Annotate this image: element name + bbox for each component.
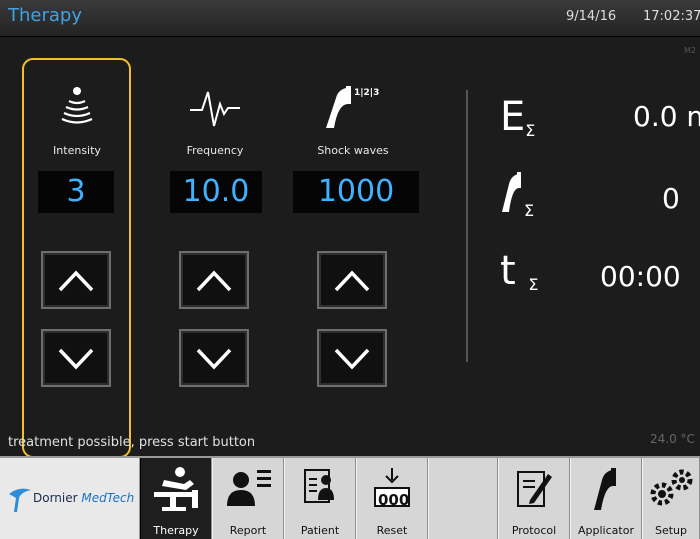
dornier-logo-icon	[9, 488, 31, 512]
chevron-down-icon	[334, 348, 370, 370]
status-message: treatment possible, press start button	[8, 435, 256, 450]
chevron-down-icon	[196, 348, 232, 370]
nav-applicator[interactable]: Applicator	[570, 458, 642, 539]
chevron-up-icon	[334, 270, 370, 292]
frequency-wave-icon	[190, 82, 240, 132]
person-list-icon	[227, 470, 271, 506]
nav-therapy[interactable]: Therapy	[140, 458, 212, 539]
dornier-logo: Dornier MedTech	[0, 458, 140, 539]
chevron-up-icon	[196, 270, 232, 292]
therapy-panel: M2 Intensity 3 Frequency 10.0 1|2|3 Shoc…	[0, 38, 700, 458]
applicator-icon	[502, 172, 521, 212]
treatment-table-icon	[154, 467, 198, 511]
shockwaves-down-button[interactable]	[317, 329, 387, 387]
patient-card-icon	[304, 469, 334, 503]
shockwave-applicator-icon: 1|2|3	[318, 82, 388, 132]
chevron-up-icon	[58, 270, 94, 292]
intensity-up-button[interactable]	[41, 251, 111, 309]
bottom-navigation: Dornier MedTech Therapy Report Patient 0…	[0, 456, 700, 539]
date-display: 9/14/16	[566, 9, 617, 24]
shockwave-icon-digits: 1|2|3	[354, 88, 380, 98]
panel-divider	[466, 90, 468, 362]
energy-sum-value: 0.0 m	[633, 100, 700, 133]
time-sum-value: 00:00	[600, 260, 681, 293]
nav-reset[interactable]: 000 Reset	[356, 458, 428, 539]
gears-icon	[650, 469, 693, 506]
intensity-value: 3	[38, 171, 114, 213]
brand-accent: MedTech	[81, 491, 135, 505]
reset-counter: 000	[378, 491, 410, 509]
nav-empty-slot	[428, 458, 498, 539]
nav-report[interactable]: Report	[212, 458, 284, 539]
nav-protocol[interactable]: Protocol	[498, 458, 570, 539]
intensity-waves-icon	[52, 82, 102, 132]
temperature-readout: 24.0 °C	[650, 432, 695, 446]
shockwaves-up-button[interactable]	[317, 251, 387, 309]
energy-sum-symbol: EΣ	[500, 94, 536, 140]
intensity-down-button[interactable]	[41, 329, 111, 387]
corner-code: M2	[684, 46, 696, 55]
window-title: Therapy	[8, 5, 82, 26]
frequency-up-button[interactable]	[179, 251, 249, 309]
frequency-down-button[interactable]	[179, 329, 249, 387]
nav-setup[interactable]: Setup	[642, 458, 700, 539]
brand-name: Dornier	[33, 491, 78, 505]
frequency-label: Frequency	[186, 144, 244, 157]
frequency-value: 10.0	[170, 171, 262, 213]
shots-sum-value: 0	[662, 182, 680, 215]
protocol-pen-icon	[517, 471, 552, 507]
nav-patient[interactable]: Patient	[284, 458, 356, 539]
chevron-down-icon	[58, 348, 94, 370]
time-sum-symbol: t Σ	[500, 248, 539, 294]
shots-sum-symbol: Σ	[500, 170, 534, 220]
applicator-icon	[594, 468, 616, 510]
title-bar: Therapy 9/14/16 17:02:37	[0, 0, 700, 37]
shockwaves-value: 1000	[293, 171, 419, 213]
shockwaves-label: Shock waves	[317, 144, 389, 157]
intensity-label: Intensity	[53, 144, 101, 157]
time-display: 17:02:37	[643, 9, 700, 24]
